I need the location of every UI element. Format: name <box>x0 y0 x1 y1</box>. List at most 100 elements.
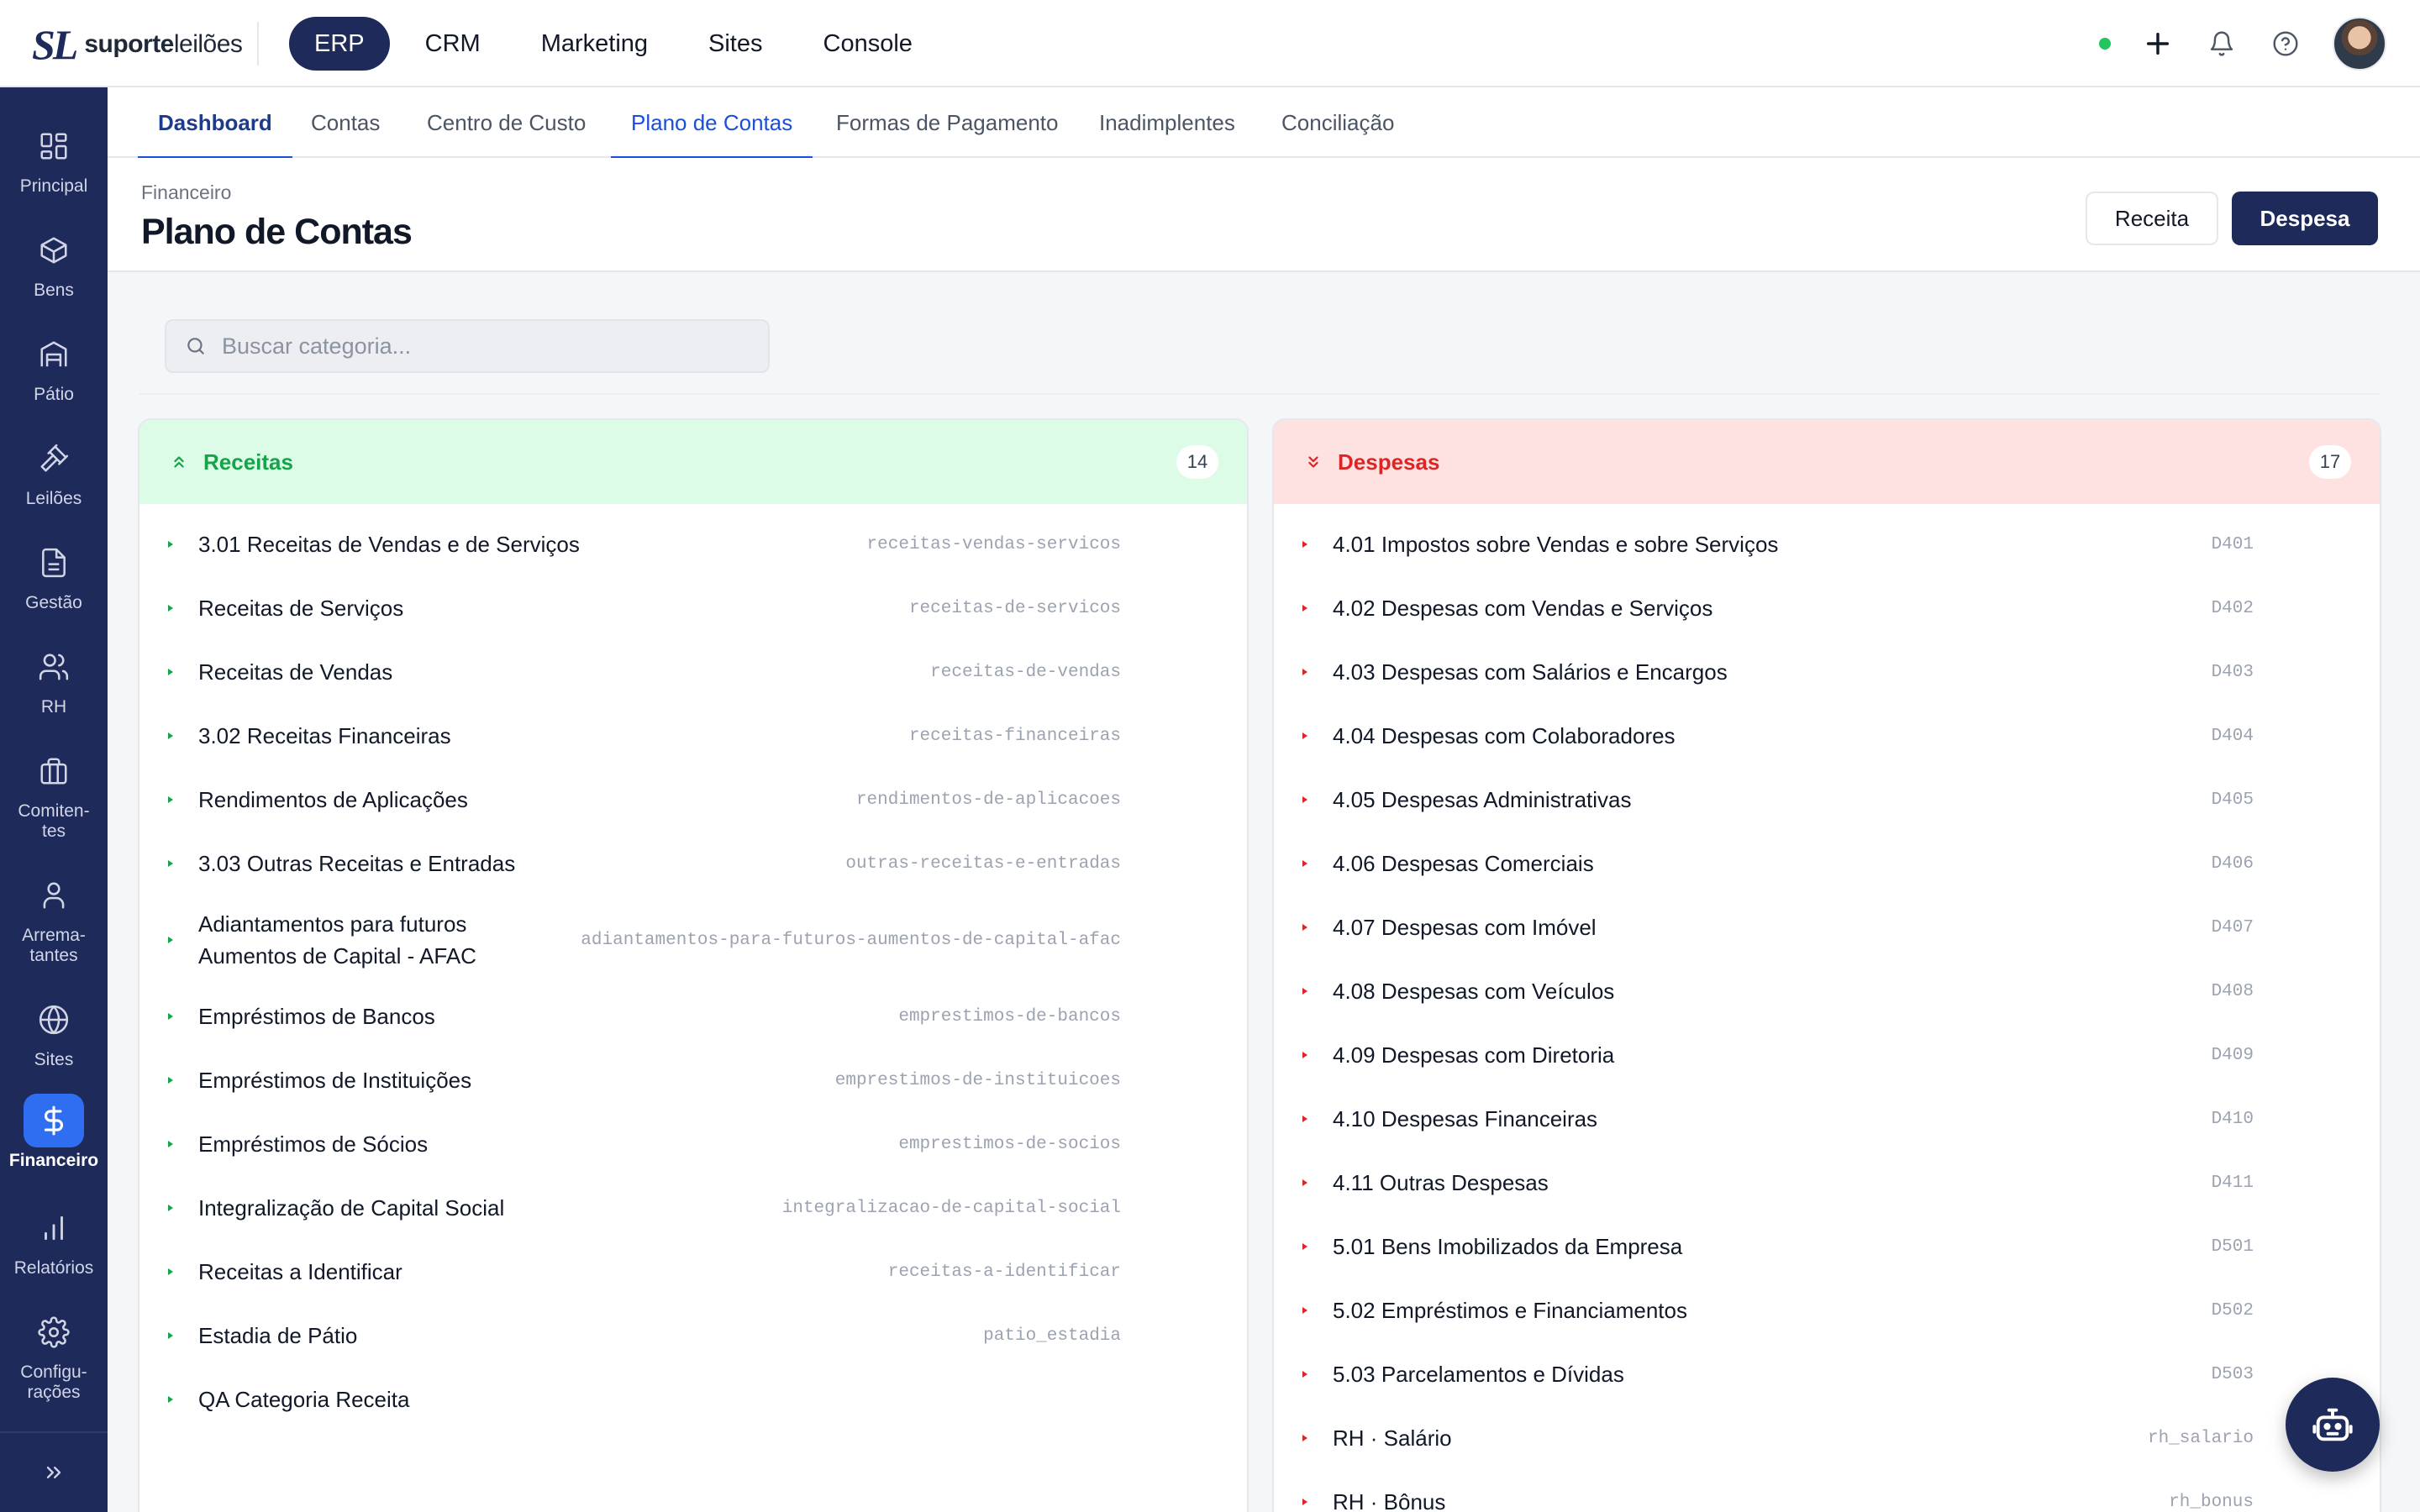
despesas-header[interactable]: Despesas 17 <box>1274 420 2380 504</box>
search-input[interactable] <box>222 333 726 360</box>
bullet-icon <box>1302 1307 1307 1314</box>
list-item[interactable]: 5.03 Parcelamentos e Dívidas D503 <box>1274 1342 2380 1406</box>
top-nav-marketing[interactable]: Marketing <box>516 17 673 71</box>
category-name: Receitas de Vendas <box>198 659 393 685</box>
new-despesa-button[interactable]: Despesa <box>2232 192 2378 245</box>
category-name: 5.03 Parcelamentos e Dívidas <box>1333 1362 1624 1387</box>
bullet-icon <box>1302 605 1307 612</box>
page-header: Financeiro Plano de Contas Receita Despe… <box>108 158 2420 272</box>
sidebar-item-bens[interactable]: Bens <box>0 223 108 301</box>
tab-centro-de-custo[interactable]: Centro de Custo <box>427 87 586 158</box>
list-item[interactable]: QA Categoria Receita <box>139 1368 1247 1431</box>
list-item[interactable]: Receitas de Vendas receitas-de-vendas <box>139 640 1247 704</box>
list-item[interactable]: 4.08 Despesas com Veículos D408 <box>1274 959 2380 1023</box>
category-name: 5.01 Bens Imobilizados da Empresa <box>1333 1234 1683 1259</box>
sidebar-item-patio[interactable]: Pátio <box>0 328 108 405</box>
plus-icon[interactable] <box>2141 27 2175 60</box>
list-item[interactable]: Rendimentos de Aplicações rendimentos-de-… <box>139 768 1247 832</box>
list-item[interactable]: Integralização de Capital Social integral… <box>139 1176 1247 1240</box>
category-code: emprestimos-de-instituicoes <box>834 1070 1121 1090</box>
bullet-icon <box>168 732 173 739</box>
sidebar-item-arrematantes[interactable]: Arrema- tantes <box>0 869 108 966</box>
search-box[interactable] <box>165 319 770 373</box>
top-nav: ERP CRM Marketing Sites Console <box>289 17 938 71</box>
category-code: receitas-financeiras <box>908 726 1121 746</box>
list-item[interactable]: 3.03 Outras Receitas e Entradas outras-re… <box>139 832 1247 895</box>
list-item[interactable]: 5.01 Bens Imobilizados da Empresa D501 <box>1274 1215 2380 1278</box>
list-item[interactable]: 4.05 Despesas Administrativas D405 <box>1274 768 2380 832</box>
sidebar-item-comitentes[interactable]: Comiten- tes <box>0 744 108 842</box>
top-nav-console[interactable]: Console <box>798 17 938 71</box>
top-nav-sites[interactable]: Sites <box>683 17 787 71</box>
tab-dashboard[interactable]: Dashboard <box>138 87 292 160</box>
list-item[interactable]: Adiantamentos para futuros Aumentos de C… <box>139 895 1247 984</box>
bullet-icon <box>1302 796 1307 803</box>
sidebar-item-gestao[interactable]: Gestão <box>0 536 108 613</box>
tab-contas[interactable]: Contas <box>311 87 380 158</box>
list-item[interactable]: 4.02 Despesas com Vendas e Serviços D402 <box>1274 576 2380 640</box>
bullet-icon <box>168 796 173 803</box>
breadcrumb[interactable]: Financeiro <box>141 181 231 204</box>
list-item[interactable]: RH · Bônus rh_bonus <box>1274 1470 2380 1512</box>
category-name: 4.03 Despesas com Salários e Encargos <box>1333 659 1728 685</box>
category-code: rh_salario <box>2147 1428 2254 1448</box>
expand-sidebar-button[interactable] <box>0 1431 108 1512</box>
bar-chart-icon <box>24 1201 84 1255</box>
list-item[interactable]: 4.10 Despesas Financeiras D410 <box>1274 1087 2380 1151</box>
sidebar-item-configuracoes[interactable]: Configu- rações <box>0 1305 108 1403</box>
list-item[interactable]: 4.07 Despesas com Imóvel D407 <box>1274 895 2380 959</box>
chevrons-up-icon <box>174 456 184 468</box>
assistant-button[interactable] <box>2286 1378 2380 1472</box>
gear-icon <box>24 1305 84 1359</box>
list-item[interactable]: 4.04 Despesas com Colaboradores D404 <box>1274 704 2380 768</box>
category-name: 4.07 Despesas com Imóvel <box>1333 915 1597 940</box>
new-receita-button[interactable]: Receita <box>2086 192 2218 245</box>
list-item[interactable]: 4.09 Despesas com Diretoria D409 <box>1274 1023 2380 1087</box>
list-item[interactable]: Receitas a Identificar receitas-a-identif… <box>139 1240 1247 1304</box>
bullet-icon <box>1302 1052 1307 1058</box>
list-item[interactable]: Empréstimos de Instituições emprestimos-d… <box>139 1048 1247 1112</box>
sidebar-item-rh[interactable]: RH <box>0 640 108 717</box>
category-code: D402 <box>2211 598 2254 618</box>
list-item[interactable]: 4.06 Despesas Comerciais D406 <box>1274 832 2380 895</box>
list-item[interactable]: Receitas de Serviços receitas-de-servicos <box>139 576 1247 640</box>
list-item[interactable]: 5.02 Empréstimos e Financiamentos D502 <box>1274 1278 2380 1342</box>
list-item[interactable]: Empréstimos de Bancos emprestimos-de-banc… <box>139 984 1247 1048</box>
tab-formas-de-pagamento[interactable]: Formas de Pagamento <box>836 87 1058 158</box>
bullet-icon <box>168 1205 173 1211</box>
list-item[interactable]: 3.01 Receitas de Vendas e de Serviços rec… <box>139 512 1247 576</box>
sidebar-item-leiloes[interactable]: Leilões <box>0 432 108 509</box>
briefcase-icon <box>24 744 84 798</box>
list-item[interactable]: 3.02 Receitas Financeiras receitas-financ… <box>139 704 1247 768</box>
tab-inadimplentes[interactable]: Inadimplentes <box>1099 87 1235 158</box>
help-icon[interactable] <box>2269 27 2302 60</box>
chevrons-down-icon <box>1308 456 1318 468</box>
sidebar-label: Bens <box>34 281 74 300</box>
category-name: 3.02 Receitas Financeiras <box>198 723 451 748</box>
sidebar-item-relatorios[interactable]: Relatórios <box>0 1201 108 1278</box>
online-status-indicator <box>2099 38 2111 50</box>
bell-icon[interactable] <box>2205 27 2238 60</box>
sidebar-item-financeiro[interactable]: Financeiro <box>0 1094 108 1171</box>
sidebar-item-sites[interactable]: Sites <box>0 993 108 1070</box>
user-avatar[interactable] <box>2333 17 2386 71</box>
tab-plano-de-contas[interactable]: Plano de Contas <box>610 87 813 160</box>
category-name: RH · Salário <box>1333 1425 1452 1451</box>
receitas-header[interactable]: Receitas 14 <box>139 420 1247 504</box>
category-name: Receitas de Serviços <box>198 596 404 621</box>
list-item[interactable]: 4.03 Despesas com Salários e Encargos D40… <box>1274 640 2380 704</box>
list-item[interactable]: RH · Salário rh_salario <box>1274 1406 2380 1470</box>
dollar-icon <box>24 1094 84 1147</box>
list-item[interactable]: Empréstimos de Sócios emprestimos-de-soci… <box>139 1112 1247 1176</box>
logo[interactable]: SL suporteleilões <box>32 24 243 66</box>
tab-conciliacao[interactable]: Conciliação <box>1281 87 1394 158</box>
sidebar-item-principal[interactable]: Principal <box>0 119 108 197</box>
category-name: 4.08 Despesas com Veículos <box>1333 979 1615 1004</box>
top-nav-crm[interactable]: CRM <box>400 17 506 71</box>
list-item[interactable]: 4.01 Impostos sobre Vendas e sobre Servi… <box>1274 512 2380 576</box>
list-item[interactable]: 4.11 Outras Despesas D411 <box>1274 1151 2380 1215</box>
logo-text-bold: suporte <box>84 30 174 58</box>
top-nav-erp[interactable]: ERP <box>289 17 390 71</box>
category-code: D501 <box>2211 1236 2254 1257</box>
list-item[interactable]: Estadia de Pátio patio_estadia <box>139 1304 1247 1368</box>
